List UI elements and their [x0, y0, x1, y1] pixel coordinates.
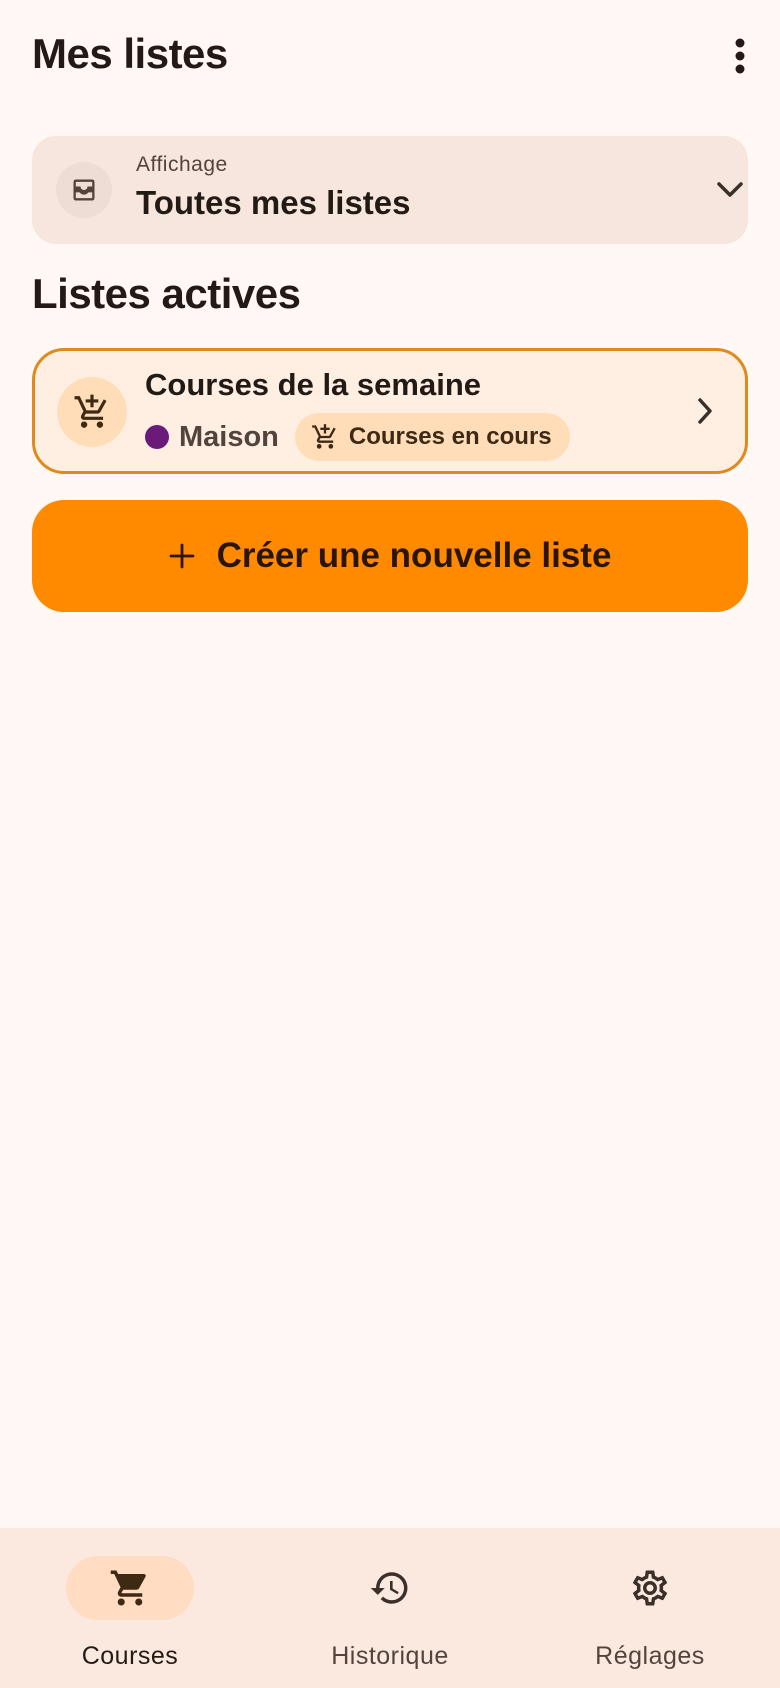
status-chip: Courses en cours: [294, 413, 570, 461]
nav-label-reglages: Réglages: [595, 1642, 705, 1670]
history-icon: [370, 1572, 408, 1604]
list-meta: Maison Courses en cours: [145, 413, 570, 461]
page-title: Mes listes: [32, 30, 228, 77]
plus-icon-wrap: [169, 543, 195, 569]
nav-icon-wrap: [586, 1556, 714, 1620]
group-color-dot: [145, 425, 169, 449]
status-text: Courses en cours: [348, 423, 552, 450]
bottom-navigation: Courses Historique Réglages: [0, 1528, 780, 1688]
settings-icon: [632, 1570, 668, 1606]
list-title: Courses de la semaine: [145, 367, 481, 402]
add-shopping-cart-icon: [74, 394, 107, 428]
inbox-icon: [73, 179, 95, 201]
list-avatar: [57, 377, 127, 447]
filter-label: Affichage: [136, 153, 228, 176]
app-root: Mes listes Affichage Toutes mes listes L…: [0, 0, 780, 1688]
create-list-button[interactable]: Créer une nouvelle liste: [32, 500, 748, 612]
add-shopping-cart-icon: [312, 424, 336, 449]
top-app-bar: Mes listes: [0, 0, 780, 112]
shopping-cart-icon: [110, 1570, 146, 1606]
filter-chevron: [712, 172, 748, 208]
nav-icon-wrap: [326, 1556, 454, 1620]
nav-item-courses[interactable]: Courses: [0, 1528, 260, 1688]
list-card[interactable]: Courses de la semaine Maison Courses en …: [32, 348, 748, 474]
chevron-down-icon: [717, 182, 743, 197]
list-chevron: [687, 393, 723, 429]
more-vert-icon: [735, 38, 745, 74]
more-options-button[interactable]: [716, 32, 764, 80]
plus-icon: [169, 543, 194, 569]
filter-selected-value: Toutes mes listes: [136, 184, 411, 221]
nav-item-reglages[interactable]: Réglages: [520, 1528, 780, 1688]
nav-label-historique: Historique: [331, 1642, 449, 1670]
filter-icon-container: [56, 162, 112, 218]
group-name: Maison: [179, 420, 279, 453]
nav-item-historique[interactable]: Historique: [260, 1528, 520, 1688]
nav-label-courses: Courses: [81, 1642, 179, 1670]
section-title-active-lists: Listes actives: [32, 270, 301, 317]
create-list-label: Créer une nouvelle liste: [216, 536, 612, 575]
chevron-right-icon: [698, 398, 712, 424]
display-filter-dropdown[interactable]: Affichage Toutes mes listes: [32, 136, 748, 244]
nav-active-indicator: [66, 1556, 194, 1620]
